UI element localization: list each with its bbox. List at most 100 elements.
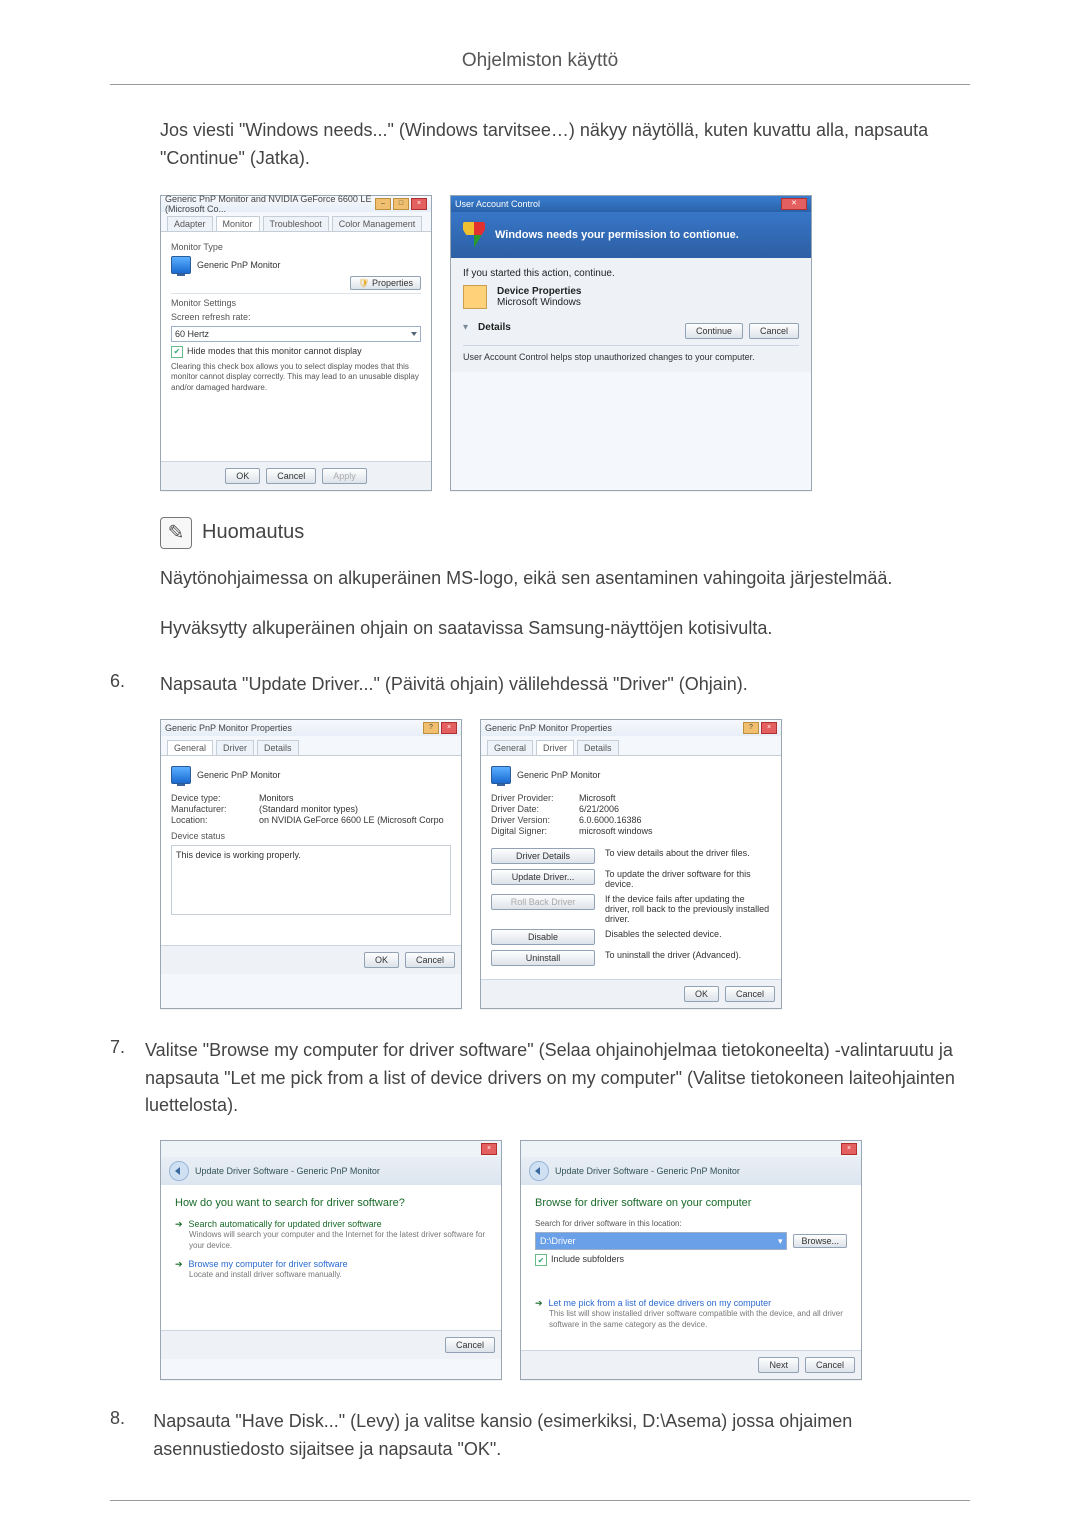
- uac-item-title: Device Properties: [497, 286, 582, 297]
- back-button[interactable]: [529, 1161, 549, 1181]
- uac-details-toggle[interactable]: Details: [478, 322, 511, 333]
- ok-button[interactable]: OK: [225, 468, 260, 484]
- cancel-button[interactable]: Cancel: [725, 986, 775, 1002]
- app-icon: [463, 285, 487, 309]
- continue-button[interactable]: Continue: [685, 323, 743, 339]
- uac-item-publisher: Microsoft Windows: [497, 297, 582, 308]
- signer-value: microsoft windows: [579, 826, 653, 836]
- arrow-icon: ➔: [175, 1259, 183, 1269]
- hide-modes-label: Hide modes that this monitor cannot disp…: [187, 346, 362, 356]
- dialog-title: Generic PnP Monitor Properties: [485, 723, 612, 733]
- wizard-heading: How do you want to search for driver sof…: [175, 1197, 487, 1209]
- chevron-down-icon: [411, 332, 417, 336]
- version-value: 6.0.6000.16386: [579, 815, 642, 825]
- date-value: 6/21/2006: [579, 804, 619, 814]
- step-number: 8.: [110, 1408, 133, 1429]
- manufacturer-value: (Standard monitor types): [259, 804, 358, 814]
- tab-troubleshoot[interactable]: Troubleshoot: [263, 216, 329, 231]
- refresh-rate-select[interactable]: 60 Hertz: [171, 326, 421, 342]
- search-location-label: Search for driver software in this locat…: [535, 1219, 847, 1228]
- monitor-type-group: Monitor Type: [171, 242, 421, 252]
- disable-button[interactable]: Disable: [491, 929, 595, 945]
- properties-general-dialog: Generic PnP Monitor Properties ? × Gener…: [160, 719, 462, 1009]
- footer-divider: [110, 1500, 970, 1501]
- maximize-button[interactable]: □: [393, 198, 409, 210]
- cancel-button[interactable]: Cancel: [749, 323, 799, 339]
- include-subfolders-checkbox[interactable]: ✔: [535, 1254, 547, 1266]
- tab-driver[interactable]: Driver: [216, 740, 254, 755]
- monitor-icon: [491, 766, 511, 784]
- monitor-icon: [171, 766, 191, 784]
- cancel-button[interactable]: Cancel: [405, 952, 455, 968]
- step-number: 6.: [110, 671, 140, 692]
- option-browse-computer[interactable]: ➔Browse my computer for driver software …: [175, 1259, 487, 1280]
- screenshots-row-1: Generic PnP Monitor and NVIDIA GeForce 6…: [160, 195, 970, 491]
- manufacturer-label: Manufacturer:: [171, 804, 251, 814]
- ok-button[interactable]: OK: [684, 986, 719, 1002]
- back-button[interactable]: [169, 1161, 189, 1181]
- disable-desc: Disables the selected device.: [605, 929, 771, 939]
- next-button[interactable]: Next: [758, 1357, 799, 1373]
- ok-button[interactable]: OK: [364, 952, 399, 968]
- page-title: Ohjelmiston käyttö: [110, 50, 970, 72]
- help-button[interactable]: ?: [743, 722, 759, 734]
- cancel-button[interactable]: Cancel: [805, 1357, 855, 1373]
- option-desc: Windows will search your computer and th…: [189, 1230, 487, 1251]
- tab-adapter[interactable]: Adapter: [167, 216, 213, 231]
- update-driver-desc: To update the driver software for this d…: [605, 869, 771, 889]
- properties-button[interactable]: 🛡 Properties: [350, 276, 421, 290]
- help-button[interactable]: ?: [423, 722, 439, 734]
- note-heading: Huomautus: [202, 521, 304, 544]
- note-p1: Näytönohjaimessa on alkuperäinen MS-logo…: [160, 565, 970, 593]
- monitor-properties-dialog: Generic PnP Monitor and NVIDIA GeForce 6…: [160, 195, 432, 491]
- apply-button[interactable]: Apply: [322, 468, 367, 484]
- arrow-icon: ➔: [175, 1219, 183, 1229]
- uac-dialog: User Account Control ✕ Windows needs you…: [450, 195, 812, 491]
- step-number: 7.: [110, 1037, 125, 1058]
- close-button[interactable]: ×: [481, 1143, 497, 1155]
- cancel-button[interactable]: Cancel: [445, 1337, 495, 1353]
- dialog-title: Generic PnP Monitor and NVIDIA GeForce 6…: [165, 194, 375, 214]
- monitor-type-value: Generic PnP Monitor: [197, 260, 280, 270]
- header-divider: [110, 84, 970, 85]
- close-button[interactable]: ×: [761, 722, 777, 734]
- rollback-driver-button[interactable]: Roll Back Driver: [491, 894, 595, 910]
- tab-colormgmt[interactable]: Color Management: [332, 216, 423, 231]
- tab-details[interactable]: Details: [577, 740, 619, 755]
- option-pick-from-list[interactable]: ➔Let me pick from a list of device drive…: [535, 1298, 847, 1330]
- intro-paragraph: Jos viesti "Windows needs..." (Windows t…: [160, 117, 970, 173]
- update-driver-wizard-2: × Update Driver Software - Generic PnP M…: [520, 1140, 862, 1380]
- shield-icon: [463, 222, 485, 248]
- tab-details[interactable]: Details: [257, 740, 299, 755]
- uninstall-button[interactable]: Uninstall: [491, 950, 595, 966]
- browse-button[interactable]: Browse...: [793, 1234, 847, 1248]
- path-input[interactable]: D:\Driver▾: [535, 1232, 787, 1250]
- close-button[interactable]: ×: [441, 722, 457, 734]
- chevron-down-icon[interactable]: ▾: [463, 322, 468, 333]
- close-button[interactable]: ×: [411, 198, 427, 210]
- wizard-heading: Browse for driver software on your compu…: [535, 1197, 847, 1209]
- note-icon: ✎: [160, 517, 192, 549]
- driver-details-button[interactable]: Driver Details: [491, 848, 595, 864]
- monitor-icon: [171, 256, 191, 274]
- screenshots-row-3: × Update Driver Software - Generic PnP M…: [160, 1140, 970, 1380]
- tab-general[interactable]: General: [487, 740, 533, 755]
- close-button[interactable]: ✕: [781, 198, 807, 210]
- properties-driver-dialog: Generic PnP Monitor Properties ? × Gener…: [480, 719, 782, 1009]
- hide-modes-checkbox[interactable]: ✔: [171, 346, 183, 358]
- monitor-settings-group: Monitor Settings: [171, 298, 421, 308]
- tab-driver[interactable]: Driver: [536, 740, 574, 755]
- tab-monitor[interactable]: Monitor: [216, 216, 260, 231]
- update-driver-wizard-1: × Update Driver Software - Generic PnP M…: [160, 1140, 502, 1380]
- version-label: Driver Version:: [491, 815, 571, 825]
- close-button[interactable]: ×: [841, 1143, 857, 1155]
- cancel-button[interactable]: Cancel: [266, 468, 316, 484]
- breadcrumb: Update Driver Software - Generic PnP Mon…: [195, 1166, 380, 1176]
- minimize-button[interactable]: –: [375, 198, 391, 210]
- refresh-rate-label: Screen refresh rate:: [171, 312, 421, 322]
- option-search-auto[interactable]: ➔Search automatically for updated driver…: [175, 1219, 487, 1251]
- tab-general[interactable]: General: [167, 740, 213, 755]
- device-status-label: Device status: [171, 831, 451, 841]
- update-driver-button[interactable]: Update Driver...: [491, 869, 595, 885]
- location-label: Location:: [171, 815, 251, 825]
